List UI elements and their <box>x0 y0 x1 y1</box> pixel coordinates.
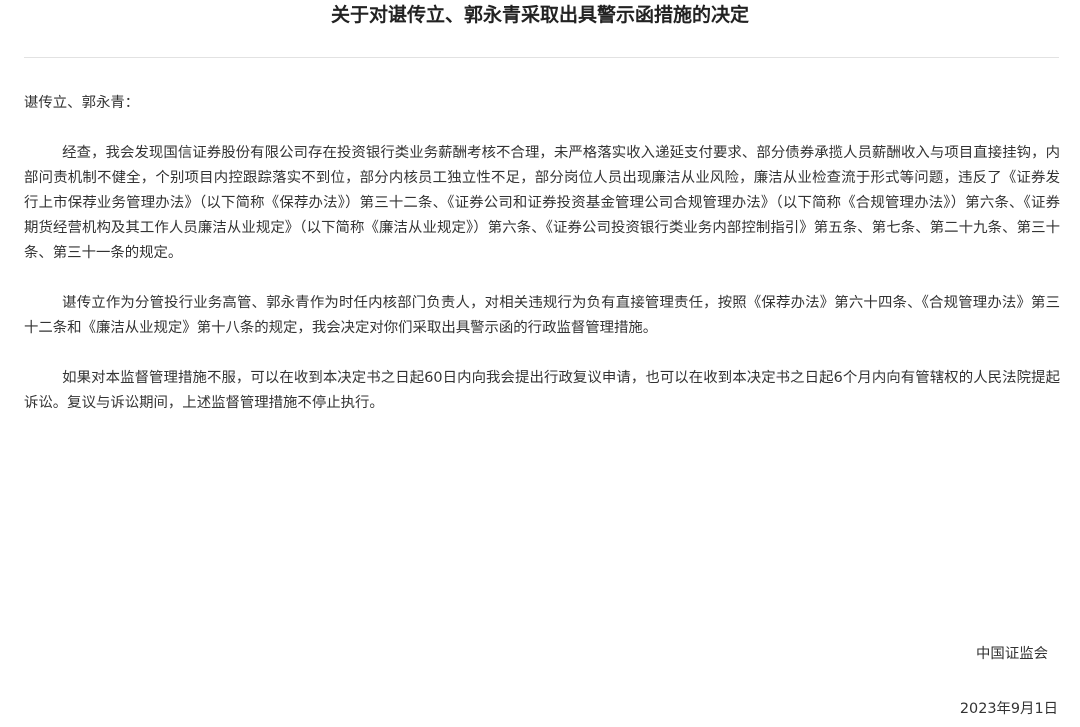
issue-date: 2023年9月1日 <box>959 701 1058 717</box>
issuer-signature: 中国证监会 <box>976 646 1048 662</box>
title-divider <box>24 57 1059 58</box>
paragraph-findings: 经查，我会发现国信证券股份有限公司存在投资银行类业务薪酬考核不合理，未严格落实收… <box>24 145 1060 261</box>
salutation: 谌传立、郭永青： <box>24 95 140 111</box>
paragraph-appeal-rights: 如果对本监督管理措施不服，可以在收到本决定书之日起60日内向我会提出行政复议申请… <box>24 370 1060 411</box>
document-body: 谌传立、郭永青： 经查，我会发现国信证券股份有限公司存在投资银行类业务薪酬考核不… <box>24 91 1060 441</box>
document-title: 关于对谌传立、郭永青采取出具警示函措施的决定 <box>330 4 749 26</box>
paragraph-decision: 谌传立作为分管投行业务高管、郭永青作为时任内核部门负责人，对相关违规行为负有直接… <box>24 295 1060 336</box>
